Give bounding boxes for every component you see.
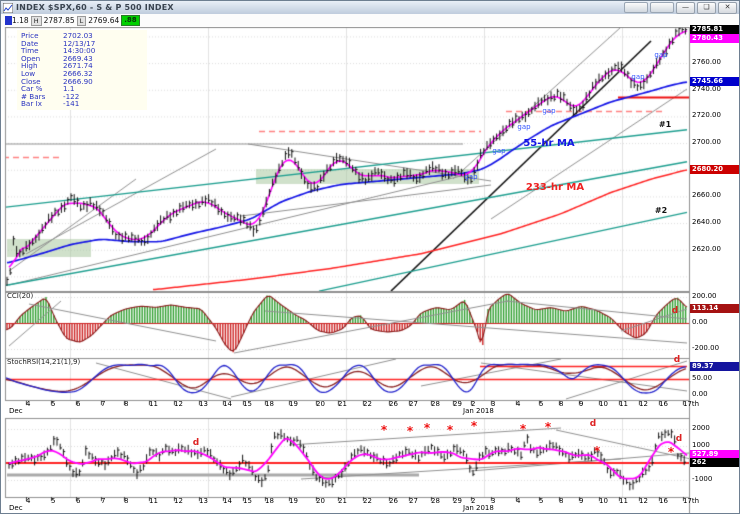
quote-high-label: H [31,16,42,26]
data-window: Price2702.03Date12/13/17Time14:30:00Open… [17,30,147,110]
quote-bar: 1.18 H 2787.85 L 2769.64 .88 [1,14,739,27]
quote-low-value: 2769.64 [88,16,119,25]
quote-low-label: L [77,16,87,26]
app-window: INDEX $SPX,60 - S & P 500 INDEX — ❏ ✕ 1.… [0,0,740,514]
quote-last-box: .88 [121,15,139,26]
quote-open-fragment: 1.18 [12,16,29,25]
close-button[interactable]: ✕ [718,2,737,14]
minimize-button[interactable]: — [676,2,695,14]
quote-high-value: 2787.85 [44,16,75,25]
window-title: INDEX $SPX,60 - S & P 500 INDEX [16,3,174,12]
toolbar-button-b[interactable] [650,2,674,13]
stochrsi-panel-label: StochRSI(14,21(1),9) [7,359,80,366]
quote-color-swatch [5,16,12,25]
cci-panel-label: CCI(20) [7,293,33,300]
app-icon [3,3,13,13]
title-bar[interactable]: INDEX $SPX,60 - S & P 500 INDEX — ❏ ✕ [1,1,739,15]
toolbar-button-a[interactable] [624,2,648,13]
data-window-row: Bar Ix-141 [21,100,147,108]
maximize-button[interactable]: ❏ [697,2,716,14]
